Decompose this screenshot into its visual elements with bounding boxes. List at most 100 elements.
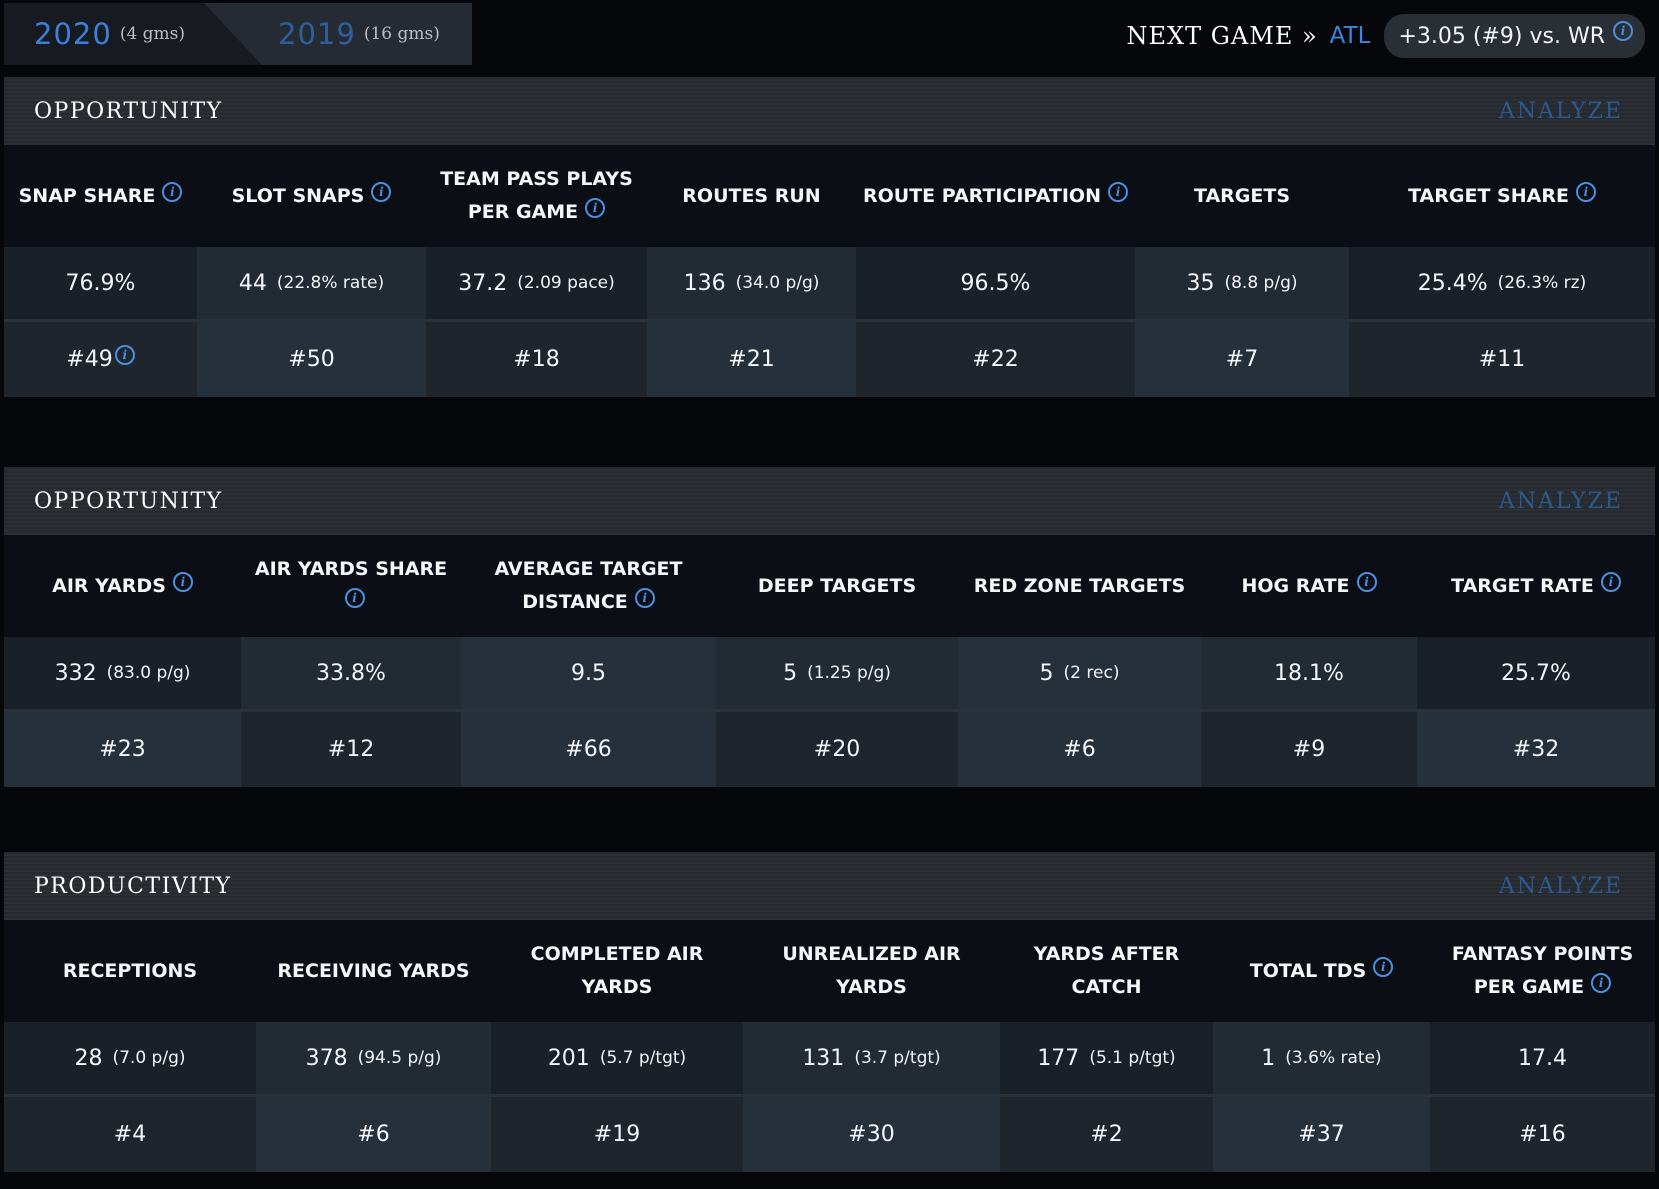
stat-value: 44 (22.8% rate)	[197, 247, 426, 322]
stat-rank: #19	[491, 1097, 743, 1172]
stat-rank: #12	[241, 712, 461, 787]
stat-rank: #50	[197, 322, 426, 397]
stat-value: 201 (5.7 p/tgt)	[491, 1022, 743, 1097]
next-game-team-link[interactable]: ATL	[1330, 23, 1371, 49]
info-icon[interactable]: i	[1107, 181, 1128, 202]
stat-value: 76.9%	[4, 247, 197, 322]
stat-rank: #49 i	[4, 322, 197, 397]
season-games: (16 gms)	[363, 24, 440, 44]
column-header-routes-run: ROUTES RUN	[647, 145, 856, 247]
column-header-red-zone-targets: RED ZONE TARGETS	[958, 535, 1201, 637]
stat-value: 1 (3.6% rate)	[1213, 1022, 1430, 1097]
stat-value: 96.5%	[856, 247, 1135, 322]
column-header-average-target-distance: AVERAGE TARGET DISTANCE i	[461, 535, 716, 637]
stat-rank: #32	[1417, 712, 1655, 787]
stat-value: 131 (3.7 p/tgt)	[743, 1022, 1000, 1097]
analyze-link[interactable]: ANALYZE	[1499, 874, 1623, 899]
info-icon[interactable]: i	[1600, 571, 1621, 592]
column-header-air-yards-share: AIR YARDS SHAREi	[241, 535, 461, 637]
info-icon[interactable]: i	[585, 198, 606, 218]
season-tab-2019[interactable]: 2019 (16 gms)	[244, 3, 472, 65]
stat-rank: #18	[426, 322, 647, 397]
analyze-link[interactable]: ANALYZE	[1499, 99, 1623, 124]
stat-grid: AIR YARDS i AIR YARDS SHAREi AVERAGE TARG…	[4, 535, 1655, 787]
stat-rank: #22	[856, 322, 1135, 397]
stat-value: 332 (83.0 p/g)	[4, 637, 241, 712]
info-icon[interactable]: i	[634, 588, 655, 608]
info-icon[interactable]: i	[1613, 21, 1633, 41]
stat-value: 17.4	[1430, 1022, 1655, 1097]
stat-rank: #30	[743, 1097, 1000, 1172]
matchup-badge: +3.05 (#9) vs. WR i	[1384, 14, 1645, 58]
stat-value: 5 (2 rec)	[958, 637, 1201, 712]
stat-rank: #6	[958, 712, 1201, 787]
column-header-target-share: TARGET SHARE i	[1349, 145, 1655, 247]
stat-rank: #20	[716, 712, 958, 787]
stat-rank: #23	[4, 712, 241, 787]
opportunity-section-2: OPPORTUNITY ANALYZE AIR YARDS i AIR YARDS…	[4, 467, 1655, 787]
info-icon[interactable]: i	[1575, 181, 1596, 202]
stat-rank: #9	[1201, 712, 1417, 787]
productivity-section: PRODUCTIVITY ANALYZE RECEPTIONS RECEIVIN…	[4, 852, 1655, 1172]
stat-value: 33.8%	[241, 637, 461, 712]
stat-rank: #66	[461, 712, 716, 787]
season-tab-2020[interactable]: 2020 (4 gms)	[4, 3, 262, 65]
info-icon[interactable]: i	[344, 588, 365, 608]
stat-rank: #6	[256, 1097, 491, 1172]
column-header-targets: TARGETS	[1135, 145, 1349, 247]
info-icon[interactable]: i	[114, 344, 135, 365]
info-icon[interactable]: i	[162, 181, 183, 202]
stat-value: 136 (34.0 p/g)	[647, 247, 856, 322]
stat-grid: SNAP SHARE i SLOT SNAPS i TEAM PASS PLAYS …	[4, 145, 1655, 397]
info-icon[interactable]: i	[1591, 973, 1612, 993]
stat-value: 177 (5.1 p/tgt)	[1000, 1022, 1213, 1097]
stat-rank: #11	[1349, 322, 1655, 397]
stat-value: 378 (94.5 p/g)	[256, 1022, 491, 1097]
season-year: 2019	[278, 17, 356, 51]
section-header: PRODUCTIVITY ANALYZE	[4, 852, 1655, 920]
column-header-snap-share: SNAP SHARE i	[4, 145, 197, 247]
column-header-yards-after-catch: YARDS AFTER CATCH	[1000, 920, 1213, 1022]
column-header-unrealized-air-yards: UNREALIZED AIR YARDS	[743, 920, 1000, 1022]
top-bar: 2020 (4 gms) 2019 (16 gms) NEXT GAME » A…	[0, 0, 1659, 72]
column-header-completed-air-yards: COMPLETED AIR YARDS	[491, 920, 743, 1022]
season-tabs: 2020 (4 gms) 2019 (16 gms)	[4, 3, 472, 65]
section-header: OPPORTUNITY ANALYZE	[4, 77, 1655, 145]
stat-rank: #37	[1213, 1097, 1430, 1172]
analyze-link[interactable]: ANALYZE	[1499, 489, 1623, 514]
stat-value: 25.7%	[1417, 637, 1655, 712]
column-header-air-yards: AIR YARDS i	[4, 535, 241, 637]
section-title: OPPORTUNITY	[34, 488, 223, 514]
stat-value: 18.1%	[1201, 637, 1417, 712]
section-title: OPPORTUNITY	[34, 98, 223, 124]
info-icon[interactable]: i	[371, 181, 392, 202]
info-icon[interactable]: i	[1373, 956, 1394, 977]
stat-value: 25.4% (26.3% rz)	[1349, 247, 1655, 322]
next-game-label: NEXT GAME »	[1126, 22, 1318, 50]
section-title: PRODUCTIVITY	[34, 873, 232, 899]
next-game: NEXT GAME » ATL +3.05 (#9) vs. WR i	[1127, 14, 1645, 58]
stat-rank: #16	[1430, 1097, 1655, 1172]
column-header-slot-snaps: SLOT SNAPS i	[197, 145, 426, 247]
column-header-hog-rate: HOG RATE i	[1201, 535, 1417, 637]
column-header-receiving-yards: RECEIVING YARDS	[256, 920, 491, 1022]
season-year: 2020	[34, 17, 112, 51]
column-header-route-participation: ROUTE PARTICIPATION i	[856, 145, 1135, 247]
stat-value: 37.2 (2.09 pace)	[426, 247, 647, 322]
stat-rank: #7	[1135, 322, 1349, 397]
stat-value: 35 (8.8 p/g)	[1135, 247, 1349, 322]
column-header-total-tds: TOTAL TDS i	[1213, 920, 1430, 1022]
column-header-receptions: RECEPTIONS	[4, 920, 256, 1022]
column-header-deep-targets: DEEP TARGETS	[716, 535, 958, 637]
stat-rank: #21	[647, 322, 856, 397]
stat-value: 5 (1.25 p/g)	[716, 637, 958, 712]
info-icon[interactable]: i	[172, 571, 193, 592]
section-header: OPPORTUNITY ANALYZE	[4, 467, 1655, 535]
stat-value: 28 (7.0 p/g)	[4, 1022, 256, 1097]
stat-rank: #2	[1000, 1097, 1213, 1172]
stat-value: 9.5	[461, 637, 716, 712]
opportunity-section-1: OPPORTUNITY ANALYZE SNAP SHARE i SLOT SNA…	[4, 77, 1655, 397]
column-header-team-pass-plays: TEAM PASS PLAYS PER GAME i	[426, 145, 647, 247]
stat-grid: RECEPTIONS RECEIVING YARDS COMPLETED AIR…	[4, 920, 1655, 1172]
info-icon[interactable]: i	[1356, 571, 1377, 592]
